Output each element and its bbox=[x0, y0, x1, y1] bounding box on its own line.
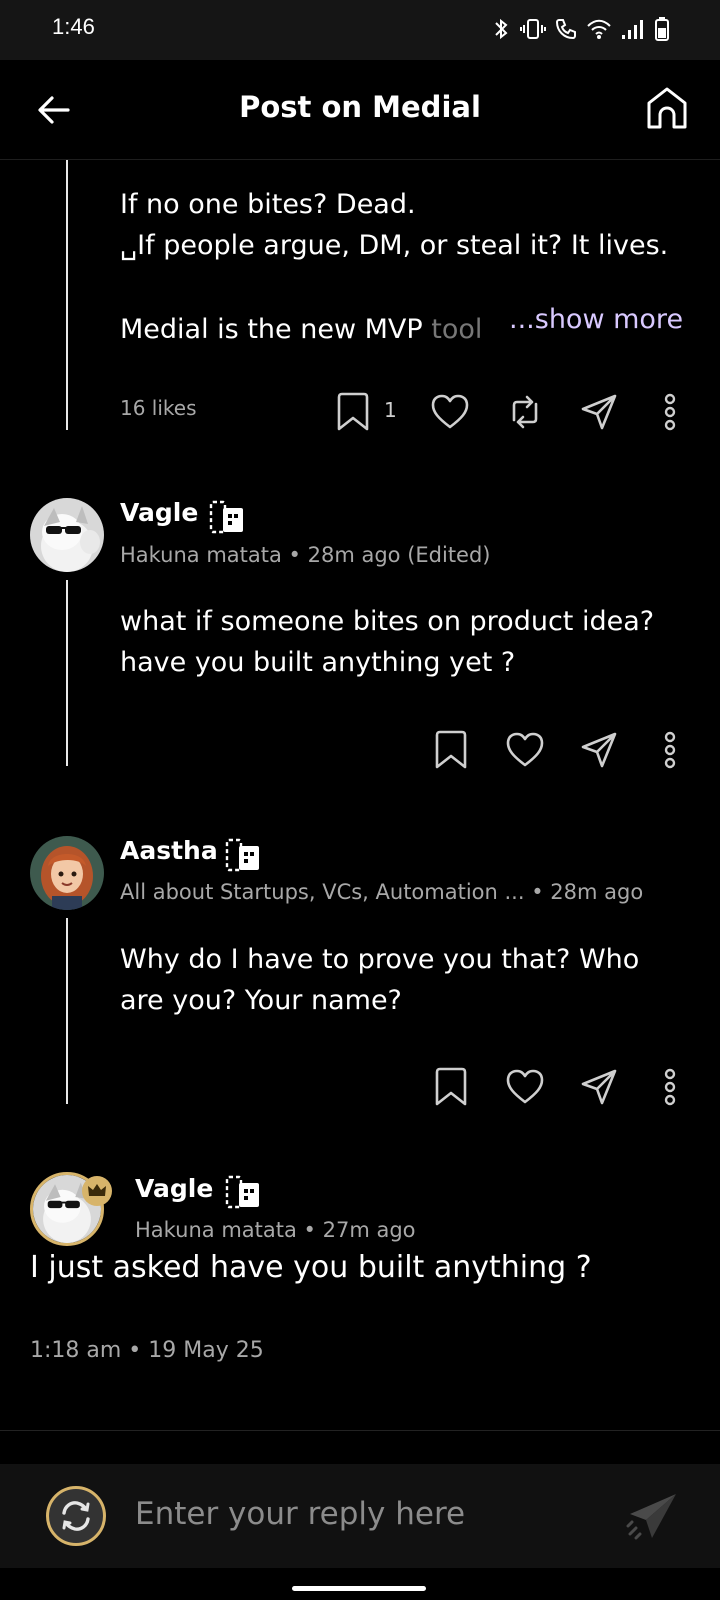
post-line-3: Medial is the new MVP tool bbox=[120, 309, 482, 350]
comment-text-line-1: Why do I have to prove you that? Who bbox=[120, 944, 640, 975]
comment-headline: All about Startups, VCs, Automation ... bbox=[120, 880, 525, 904]
navigation-bar bbox=[0, 1568, 720, 1600]
crown-icon bbox=[82, 1176, 112, 1206]
reply-author-name[interactable]: Vagle bbox=[135, 1174, 213, 1203]
likes-count[interactable]: 16 likes bbox=[120, 396, 197, 420]
comment-time: 28m ago bbox=[550, 880, 644, 904]
send-icon[interactable] bbox=[579, 730, 619, 770]
status-icons bbox=[490, 16, 670, 42]
signal-icon bbox=[622, 20, 643, 39]
comment-text-line-2: are you? Your name? bbox=[120, 985, 402, 1016]
page-title: Post on Medial bbox=[239, 90, 481, 124]
more-vertical-icon[interactable] bbox=[650, 392, 690, 432]
reply-timestamp: 1:18 am • 19 May 25 bbox=[30, 1338, 264, 1363]
divider bbox=[0, 1430, 720, 1431]
reply-time: 27m ago bbox=[322, 1218, 416, 1242]
reply-bar bbox=[0, 1464, 720, 1568]
focused-reply-text: I just asked have you built anything ? bbox=[30, 1250, 592, 1285]
verified-badge-icon bbox=[225, 838, 261, 872]
reply-input[interactable] bbox=[135, 1484, 575, 1544]
bookmark-icon[interactable] bbox=[431, 1067, 471, 1107]
comment-meta: Hakuna matata • 28m ago (Edited) bbox=[120, 543, 491, 567]
post-line-3-text: Medial is the new MVP bbox=[120, 314, 432, 345]
reply-headline: Hakuna matata bbox=[135, 1218, 297, 1242]
bookmark-icon[interactable] bbox=[333, 392, 373, 432]
comment-time: 28m ago (Edited) bbox=[307, 543, 491, 567]
gesture-handle[interactable] bbox=[292, 1586, 426, 1591]
post-line-2: ␣If people argue, DM, or steal it? It li… bbox=[120, 230, 669, 261]
bookmark-icon[interactable] bbox=[431, 730, 471, 770]
thread-line bbox=[66, 918, 68, 1104]
show-more-link[interactable]: ...show more bbox=[505, 304, 684, 335]
reply-meta: Hakuna matata • 27m ago bbox=[135, 1218, 416, 1242]
home-icon[interactable] bbox=[644, 85, 690, 131]
post-line-1: If no one bites? Dead. bbox=[120, 189, 416, 220]
more-vertical-icon[interactable] bbox=[650, 1067, 690, 1107]
thread-line bbox=[66, 160, 68, 430]
comment-author-name[interactable]: Aastha bbox=[120, 836, 218, 865]
send-icon[interactable] bbox=[579, 1067, 619, 1107]
more-vertical-icon[interactable] bbox=[650, 730, 690, 770]
heart-icon[interactable] bbox=[505, 730, 545, 770]
wifi-icon bbox=[587, 19, 611, 39]
heart-icon[interactable] bbox=[505, 1067, 545, 1107]
post-line-3-fade: tool bbox=[431, 314, 483, 345]
heart-icon[interactable] bbox=[430, 392, 470, 432]
battery-icon bbox=[655, 17, 669, 41]
comment-text-line-2: have you built anything yet ? bbox=[120, 647, 516, 678]
vibrate-icon bbox=[520, 19, 546, 39]
comment-headline: Hakuna matata bbox=[120, 543, 282, 567]
status-time: 1:46 bbox=[52, 14, 95, 39]
repost-icon[interactable] bbox=[505, 392, 545, 432]
thread-line bbox=[66, 580, 68, 766]
comment-count: 1 bbox=[384, 398, 397, 422]
avatar[interactable] bbox=[30, 836, 104, 910]
status-bar: 1:46 bbox=[0, 0, 720, 60]
comment-text-line-1: what if someone bites on product idea? bbox=[120, 606, 655, 637]
avatar[interactable] bbox=[30, 498, 104, 572]
call-wifi-icon bbox=[555, 19, 576, 40]
refresh-icon[interactable] bbox=[46, 1486, 106, 1546]
comment-author-name[interactable]: Vagle bbox=[120, 498, 198, 527]
bluetooth-icon bbox=[495, 18, 508, 40]
send-icon[interactable] bbox=[579, 392, 619, 432]
verified-badge-icon bbox=[209, 500, 245, 534]
verified-badge-icon bbox=[225, 1175, 261, 1209]
comment-meta: All about Startups, VCs, Automation ... … bbox=[120, 880, 644, 904]
app-header: Post on Medial bbox=[0, 60, 720, 160]
paper-plane-icon[interactable] bbox=[626, 1490, 680, 1544]
